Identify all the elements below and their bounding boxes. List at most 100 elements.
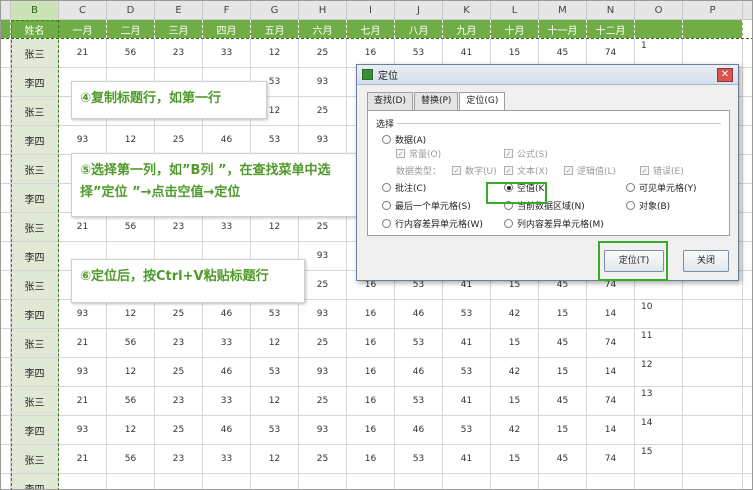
- value-cell[interactable]: 53: [443, 416, 491, 444]
- row-number-cell[interactable]: [1, 39, 11, 67]
- value-cell[interactable]: 15: [539, 358, 587, 386]
- header-cell[interactable]: 十一月: [539, 20, 587, 38]
- row-number-cell[interactable]: [1, 329, 11, 357]
- name-cell[interactable]: 李四: [11, 474, 59, 489]
- index-cell[interactable]: 15: [635, 445, 683, 473]
- index-cell[interactable]: 12: [635, 358, 683, 386]
- column-header[interactable]: D: [107, 1, 155, 20]
- value-cell[interactable]: 33: [203, 329, 251, 357]
- column-header[interactable]: P: [683, 1, 743, 20]
- header-cell[interactable]: 三月: [155, 20, 203, 38]
- value-cell[interactable]: [443, 474, 491, 489]
- value-cell[interactable]: 16: [347, 300, 395, 328]
- column-header[interactable]: E: [155, 1, 203, 20]
- name-cell[interactable]: 张三: [11, 97, 59, 125]
- value-cell[interactable]: 46: [395, 358, 443, 386]
- value-cell[interactable]: 93: [59, 126, 107, 154]
- value-cell[interactable]: 12: [107, 126, 155, 154]
- header-cell[interactable]: 一月: [59, 20, 107, 38]
- value-cell[interactable]: 45: [539, 387, 587, 415]
- value-cell[interactable]: 53: [251, 300, 299, 328]
- value-cell[interactable]: 15: [491, 39, 539, 67]
- name-cell[interactable]: 张三: [11, 329, 59, 357]
- value-cell[interactable]: 56: [107, 387, 155, 415]
- value-cell[interactable]: 53: [395, 39, 443, 67]
- value-cell[interactable]: 41: [443, 445, 491, 473]
- value-cell[interactable]: [587, 474, 635, 489]
- row-number-cell[interactable]: [1, 184, 11, 212]
- value-cell[interactable]: 14: [587, 416, 635, 444]
- value-cell[interactable]: 25: [299, 39, 347, 67]
- value-cell[interactable]: [347, 474, 395, 489]
- column-header[interactable]: G: [251, 1, 299, 20]
- value-cell[interactable]: 25: [299, 213, 347, 241]
- row-number-cell[interactable]: [1, 68, 11, 96]
- value-cell[interactable]: 25: [155, 416, 203, 444]
- name-cell[interactable]: 李四: [11, 126, 59, 154]
- value-cell[interactable]: 53: [251, 358, 299, 386]
- option-col-diff[interactable]: 列内容差异单元格(M): [504, 217, 604, 230]
- value-cell[interactable]: 53: [251, 126, 299, 154]
- value-cell[interactable]: 21: [59, 329, 107, 357]
- value-cell[interactable]: 12: [251, 329, 299, 357]
- option-text[interactable]: ✓ 文本(X): [504, 164, 548, 177]
- header-cell[interactable]: 九月: [443, 20, 491, 38]
- cell[interactable]: [683, 416, 743, 444]
- value-cell[interactable]: 74: [587, 387, 635, 415]
- index-cell[interactable]: 14: [635, 416, 683, 444]
- option-number[interactable]: ✓ 数字(U): [452, 164, 497, 177]
- value-cell[interactable]: 53: [443, 300, 491, 328]
- column-header[interactable]: L: [491, 1, 539, 20]
- value-cell[interactable]: 33: [203, 387, 251, 415]
- value-cell[interactable]: 12: [251, 445, 299, 473]
- name-cell[interactable]: 张三: [11, 213, 59, 241]
- value-cell[interactable]: [203, 474, 251, 489]
- value-cell[interactable]: 12: [251, 39, 299, 67]
- column-header[interactable]: I: [347, 1, 395, 20]
- row-number-cell[interactable]: [1, 416, 11, 444]
- value-cell[interactable]: 56: [107, 213, 155, 241]
- value-cell[interactable]: 53: [395, 329, 443, 357]
- row-number-cell[interactable]: [1, 155, 11, 183]
- header-cell[interactable]: 十月: [491, 20, 539, 38]
- option-visible-cells[interactable]: 可见单元格(Y): [626, 181, 697, 194]
- index-cell[interactable]: 11: [635, 329, 683, 357]
- value-cell[interactable]: 93: [299, 126, 347, 154]
- header-cell[interactable]: 八月: [395, 20, 443, 38]
- value-cell[interactable]: 42: [491, 300, 539, 328]
- value-cell[interactable]: 23: [155, 39, 203, 67]
- value-cell[interactable]: 46: [203, 300, 251, 328]
- index-cell[interactable]: 10: [635, 300, 683, 328]
- row-number-cell[interactable]: [1, 20, 11, 38]
- value-cell[interactable]: 46: [395, 416, 443, 444]
- value-cell[interactable]: 23: [155, 329, 203, 357]
- value-cell[interactable]: 74: [587, 329, 635, 357]
- column-header[interactable]: K: [443, 1, 491, 20]
- row-number-cell[interactable]: [1, 242, 11, 270]
- value-cell[interactable]: 53: [395, 387, 443, 415]
- value-cell[interactable]: 53: [395, 445, 443, 473]
- value-cell[interactable]: 33: [203, 213, 251, 241]
- row-number-cell[interactable]: [1, 126, 11, 154]
- value-cell[interactable]: 56: [107, 445, 155, 473]
- value-cell[interactable]: 45: [539, 445, 587, 473]
- value-cell[interactable]: 15: [539, 416, 587, 444]
- name-cell[interactable]: 张三: [11, 271, 59, 299]
- column-header[interactable]: N: [587, 1, 635, 20]
- value-cell[interactable]: 12: [107, 300, 155, 328]
- value-cell[interactable]: 12: [107, 416, 155, 444]
- row-number-cell[interactable]: [1, 300, 11, 328]
- value-cell[interactable]: 56: [107, 39, 155, 67]
- index-cell[interactable]: 1: [635, 39, 683, 67]
- cell[interactable]: [683, 300, 743, 328]
- value-cell[interactable]: 25: [155, 358, 203, 386]
- row-number-cell[interactable]: [1, 213, 11, 241]
- value-cell[interactable]: 45: [539, 329, 587, 357]
- value-cell[interactable]: 16: [347, 358, 395, 386]
- tab-find[interactable]: 查找(D): [367, 92, 413, 110]
- name-cell[interactable]: 张三: [11, 155, 59, 183]
- option-last-cell[interactable]: 最后一个单元格(S): [382, 199, 471, 212]
- value-cell[interactable]: 14: [587, 358, 635, 386]
- name-cell[interactable]: 张三: [11, 39, 59, 67]
- tab-replace[interactable]: 替换(P): [413, 92, 459, 110]
